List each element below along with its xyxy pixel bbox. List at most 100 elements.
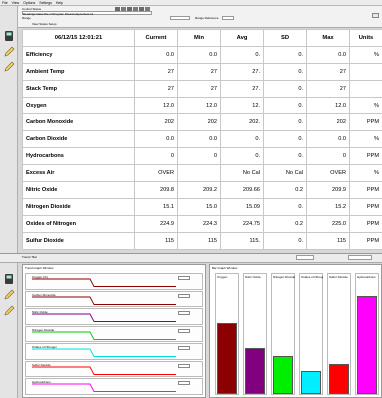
cell-avg: 12.	[220, 96, 264, 115]
cell-min: 115	[177, 231, 221, 250]
bar-label: Oxygen	[217, 275, 228, 279]
left-toolbar-bottom	[0, 263, 18, 398]
pencil-icon[interactable]	[3, 289, 15, 301]
bar-fill	[245, 348, 265, 394]
cell-sd: 0.	[263, 147, 307, 166]
tool-button[interactable]	[115, 7, 120, 11]
menu-settings[interactable]: Settings	[39, 1, 52, 5]
cell-max: 115	[306, 231, 350, 250]
cell-units: %	[349, 164, 382, 183]
bar-graph-window: Bar Graph Window Oxygen Nitric Oxide Nitro…	[209, 264, 382, 398]
toolbar-row3: Range	[22, 16, 31, 20]
col-header: Avg	[220, 29, 264, 47]
bar-label: Sulfur Dioxide	[329, 275, 348, 279]
timestamp: 06/12/15 12:01:21	[22, 29, 135, 47]
cell-sd: 0.2	[263, 181, 307, 199]
cell-avg: 27.	[220, 79, 264, 98]
col-header: Current	[134, 29, 178, 47]
cell-max: 209.9	[306, 181, 350, 199]
edit-icon[interactable]	[3, 305, 15, 317]
table-header-row: 06/12/15 12:01:21 Current Min Avg SD Max…	[22, 29, 382, 47]
reading-label: Sulfur Dioxide	[22, 231, 135, 250]
table-row: Excess Air OVER No Cal No Cal OVER%	[22, 164, 382, 183]
data-file-field[interactable]: Readings Data File c:\Program Files\Anal…	[22, 11, 152, 16]
tool-button[interactable]	[133, 7, 138, 11]
table-row: Nitrogen Dioxide 15.1 15.0 15.09 0. 15.2 PPM	[22, 197, 382, 216]
tool-button[interactable]	[121, 7, 126, 11]
bar-fill	[357, 296, 377, 394]
bottom-tab[interactable]: Trend / Bar	[22, 255, 37, 259]
cell-current: 12.0	[134, 96, 178, 115]
cell-units: %	[349, 96, 382, 115]
trend-value-box	[178, 346, 190, 350]
cell-max: 12.0	[306, 96, 350, 115]
col-header: Min	[177, 29, 221, 47]
table-row: Oxides of Nitrogen 224.9 224.3 224.75 0.2 225…	[22, 214, 382, 233]
analyzer-icon[interactable]	[3, 30, 15, 42]
cell-current: 224.9	[134, 214, 178, 233]
cell-min: 202	[177, 113, 221, 132]
trend-line	[32, 348, 176, 357]
trend-line	[32, 296, 176, 305]
status-field	[296, 255, 314, 260]
trend-line	[32, 383, 176, 392]
bar-column: Sulfur Dioxide	[327, 273, 351, 395]
table-row: Nitric Oxide 209.8 209.2 209.66 0.2 209.9 PPM	[22, 181, 382, 199]
cell-units	[349, 62, 382, 81]
cell-current: 209.8	[134, 181, 178, 199]
col-header: Max	[306, 29, 350, 47]
table-row: Ambient Temp 27 27 27. 0. 27	[22, 62, 382, 81]
range-reference-field[interactable]	[222, 16, 234, 20]
tool-button[interactable]	[127, 7, 132, 11]
cell-units: PPM	[349, 214, 382, 233]
cell-units: PPM	[349, 181, 382, 199]
trend-strip: Sulfur Dioxide	[25, 360, 203, 377]
cell-max: 202	[306, 113, 350, 132]
cell-sd: 0.	[263, 45, 307, 64]
cell-avg: 15.09	[220, 197, 264, 216]
menu-help[interactable]: Help	[56, 1, 63, 5]
cell-sd: 0.	[263, 197, 307, 216]
toolbar-buttons	[115, 7, 161, 11]
bar-column: Nitrogen Dioxide	[271, 273, 295, 395]
trend-strip: Oxygen (%)	[25, 273, 203, 290]
reading-label: Stack Temp	[22, 79, 135, 98]
menu-view[interactable]: View	[12, 1, 20, 5]
cell-min	[177, 164, 221, 183]
menu-options[interactable]: Options	[23, 1, 35, 5]
cell-avg: 0.	[220, 45, 264, 64]
cell-units: PPM	[349, 231, 382, 250]
bar-column: Nitric Oxide	[243, 273, 267, 395]
cell-min: 0	[177, 147, 221, 166]
cell-min: 27	[177, 79, 221, 98]
pencil-icon[interactable]	[3, 46, 15, 58]
bottom-window-bar: Trend / Bar	[0, 253, 382, 263]
cell-current: 0	[134, 147, 178, 166]
range-field[interactable]	[170, 16, 190, 20]
bar-fill	[301, 371, 321, 394]
cell-current: 0.0	[134, 130, 178, 149]
trend-value-box	[178, 293, 190, 298]
tool-button[interactable]	[145, 7, 150, 11]
status-field	[348, 255, 372, 260]
trend-window-title: Trend Graph Window	[25, 266, 54, 270]
close-icon[interactable]	[372, 13, 379, 18]
bar-fill	[273, 356, 293, 394]
range-reference-label: Range Reference	[195, 16, 219, 20]
analyzer-icon[interactable]	[3, 273, 15, 285]
bar-label: Nitrogen Dioxide	[273, 275, 295, 279]
edit-icon[interactable]	[3, 61, 15, 73]
view-tabs[interactable]: View Status Setup	[32, 22, 56, 26]
menu-file[interactable]: File	[2, 1, 8, 5]
trend-value-box	[178, 311, 190, 315]
cell-max: 15.2	[306, 197, 350, 216]
reading-label: Oxygen	[22, 96, 135, 115]
trend-value-box	[178, 363, 190, 368]
table-row: Hydrocarbons 0 0 0. 0. 0 PPM	[22, 147, 382, 166]
cell-min: 15.0	[177, 197, 221, 216]
cell-max: 0.0	[306, 130, 350, 149]
cell-units: PPM	[349, 197, 382, 216]
table-row: Oxygen 12.0 12.0 12. 0. 12.0%	[22, 96, 382, 115]
cell-max: 225.0	[306, 214, 350, 233]
tool-button[interactable]	[139, 7, 144, 11]
